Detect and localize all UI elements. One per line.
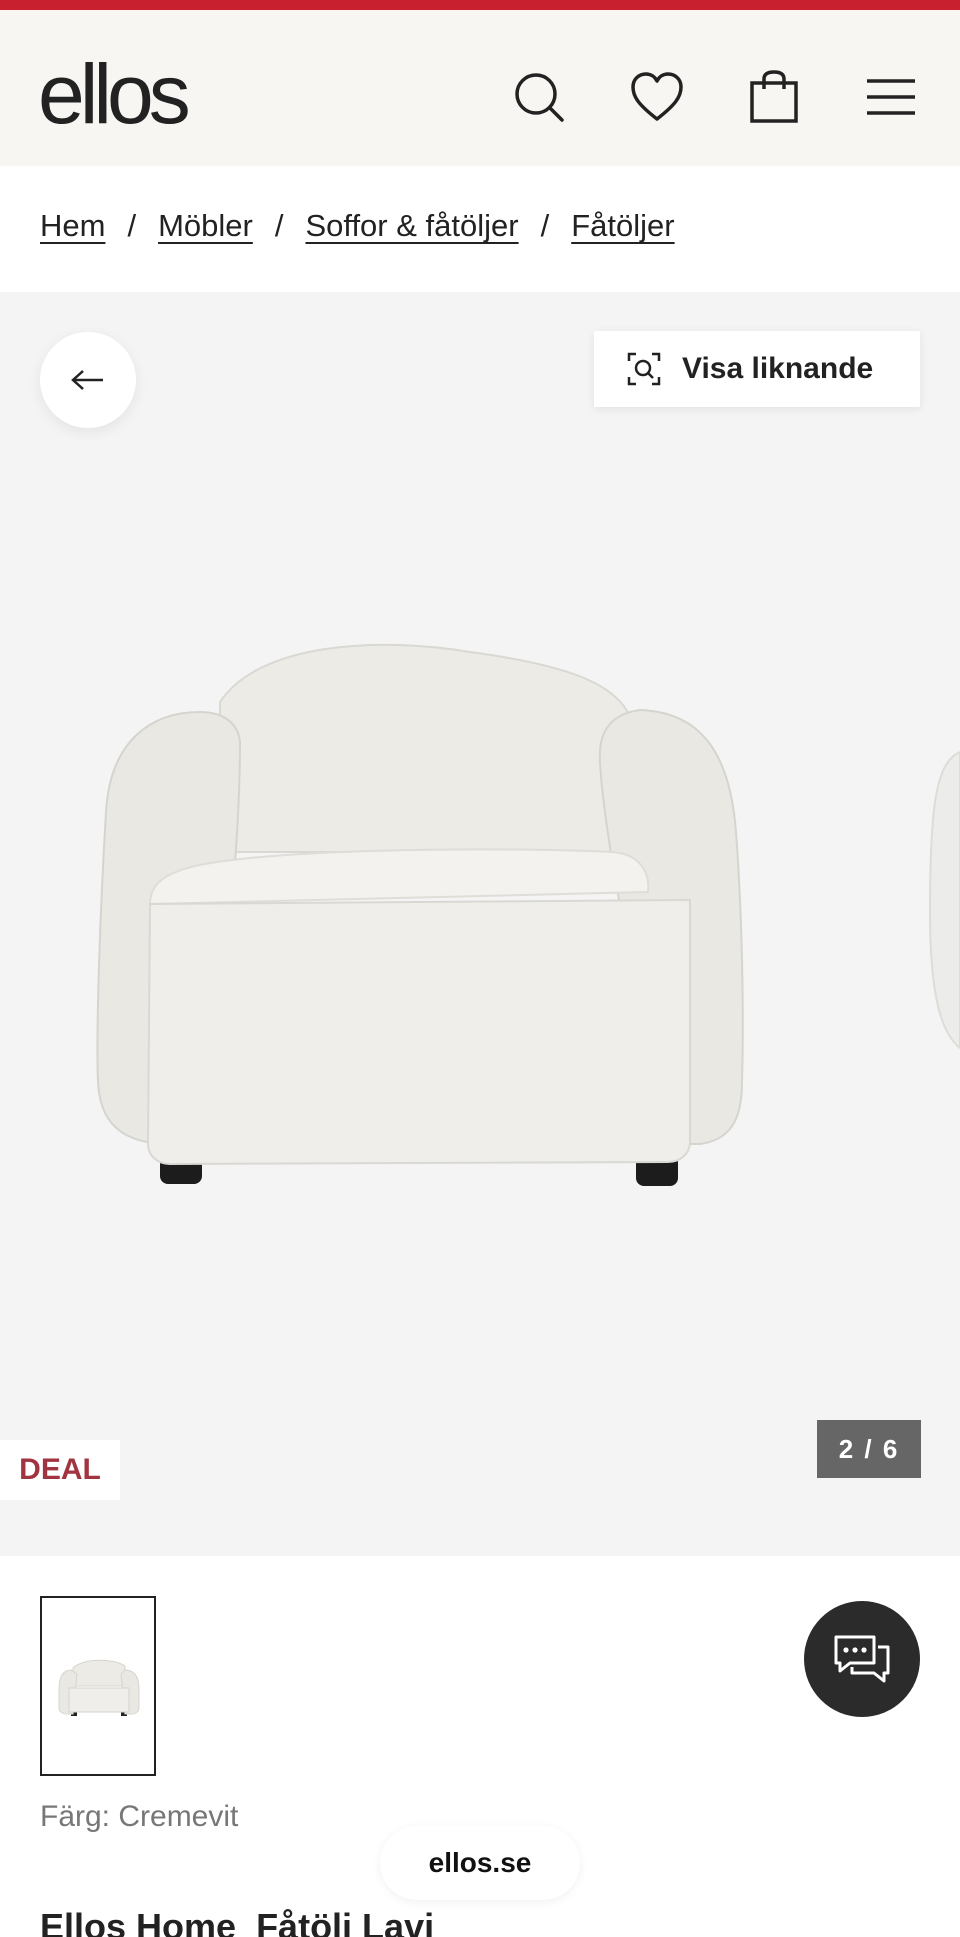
breadcrumb-separator: / [540, 208, 550, 243]
product-image-armchair [96, 643, 960, 1186]
thumbnail-image[interactable] [40, 1596, 156, 1776]
show-similar-label: Visa liknande [682, 352, 874, 385]
bag-icon[interactable] [742, 65, 806, 129]
product-title: Ellos Home Fåtölj Lavi [40, 1906, 434, 1937]
deal-badge: DEAL [0, 1440, 120, 1500]
show-similar-button[interactable]: Visa liknande [594, 331, 920, 407]
site-url-pill: ellos.se [380, 1826, 580, 1900]
breadcrumb: Hem / Möbler / Soffor & fåtöljer / Fåtöl… [40, 208, 675, 244]
back-button[interactable] [40, 332, 136, 428]
breadcrumb-link-mobler[interactable]: Möbler [158, 208, 253, 244]
product-image-gallery[interactable]: Visa liknande 2 / 6 DEAL [0, 292, 960, 1556]
product-brand[interactable]: Ellos Home [40, 1906, 236, 1937]
armchair-thumbnail [58, 1659, 140, 1716]
breadcrumb-link-hem[interactable]: Hem [40, 208, 105, 244]
image-counter: 2 / 6 [817, 1420, 921, 1478]
breadcrumb-separator: / [127, 208, 137, 243]
color-label: Färg: Cremevit [40, 1800, 239, 1833]
chat-button[interactable] [804, 1601, 920, 1717]
heart-icon[interactable] [625, 65, 689, 129]
breadcrumb-separator: / [274, 208, 284, 243]
breadcrumb-link-fatoljer[interactable]: Fåtöljer [571, 208, 674, 244]
product-name: Fåtölj Lavi [256, 1906, 435, 1937]
menu-icon[interactable] [859, 65, 923, 129]
chat-icon [834, 1635, 890, 1683]
site-header: ellos [0, 10, 960, 166]
breadcrumb-link-soffor[interactable]: Soffor & fåtöljer [305, 208, 518, 244]
visual-search-icon [627, 352, 661, 386]
arrow-left-icon [71, 370, 103, 390]
ellos-logo[interactable]: ellos [38, 52, 191, 136]
search-icon[interactable] [507, 65, 571, 129]
top-accent-bar [0, 0, 960, 10]
